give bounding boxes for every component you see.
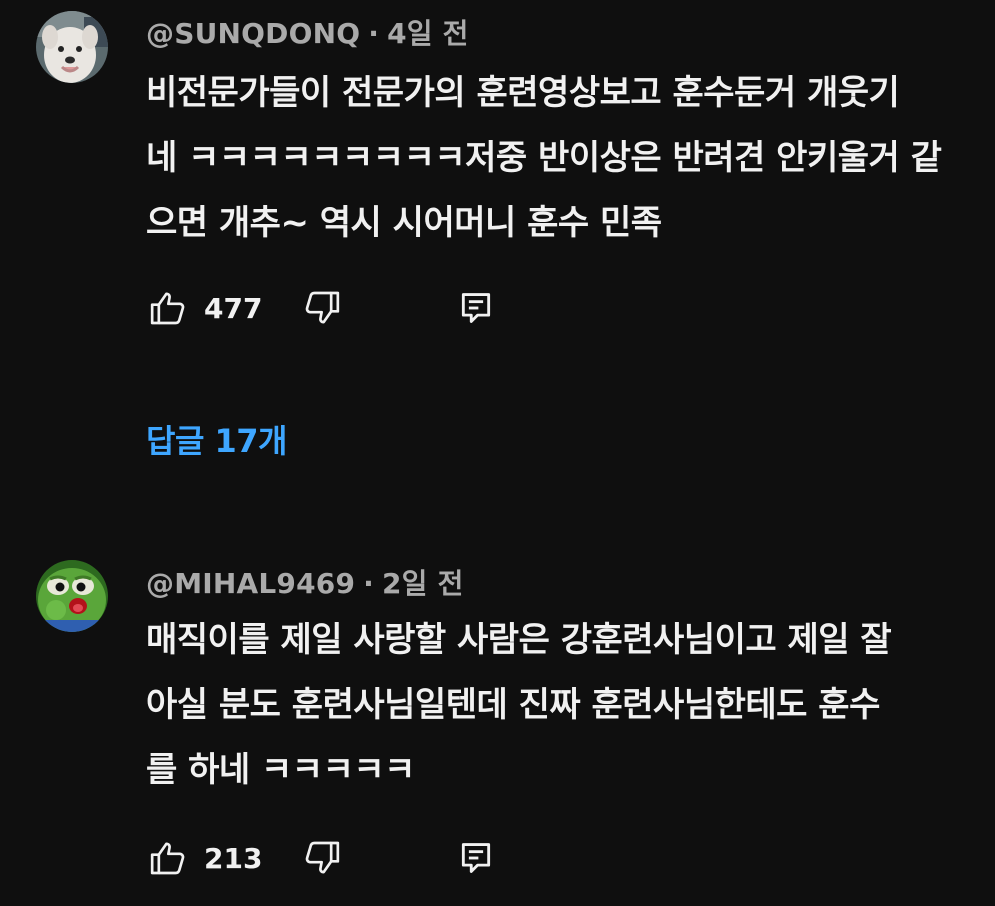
- thumbs-up-icon[interactable]: [146, 286, 190, 330]
- thumbs-up-icon[interactable]: [146, 836, 190, 880]
- replies-toggle-button[interactable]: 답글 17개: [146, 416, 288, 462]
- avatar[interactable]: [36, 11, 108, 83]
- comment-time[interactable]: 4일 전: [387, 17, 469, 50]
- white-dog-avatar-icon: [36, 11, 108, 83]
- reply-comment-icon[interactable]: [454, 836, 498, 880]
- author-name[interactable]: @MIHAL9469: [146, 567, 355, 600]
- comment-meta: @MIHAL9469 · 2일 전: [146, 562, 464, 602]
- comment-actions: 213: [146, 836, 498, 880]
- avatar[interactable]: [36, 560, 108, 632]
- author-name[interactable]: @SUNQDONQ: [146, 17, 360, 50]
- thumbs-down-icon[interactable]: [300, 836, 344, 880]
- like-count: 213: [204, 841, 263, 875]
- meta-separator: ·: [363, 567, 374, 600]
- comment-text: 매직이를 제일 사랑할 사람은 강훈련사님이고 제일 잘 아실 분도 훈련사님일…: [146, 620, 892, 790]
- comment-meta: @SUNQDONQ · 4일 전: [146, 12, 469, 52]
- thumbs-down-icon[interactable]: [300, 286, 344, 330]
- comment-time[interactable]: 2일 전: [382, 567, 464, 600]
- meta-separator: ·: [368, 17, 380, 50]
- reply-comment-icon[interactable]: [454, 286, 498, 330]
- comment-text: 비전문가들이 전문가의 훈련영상보고 훈수둔거 개웃기 네 ㅋㅋㅋㅋㅋㅋㅋㅋㅋ저…: [146, 73, 942, 243]
- like-count: 477: [204, 291, 263, 325]
- comment-actions: 477: [146, 286, 498, 330]
- green-frog-avatar-icon: [36, 560, 108, 632]
